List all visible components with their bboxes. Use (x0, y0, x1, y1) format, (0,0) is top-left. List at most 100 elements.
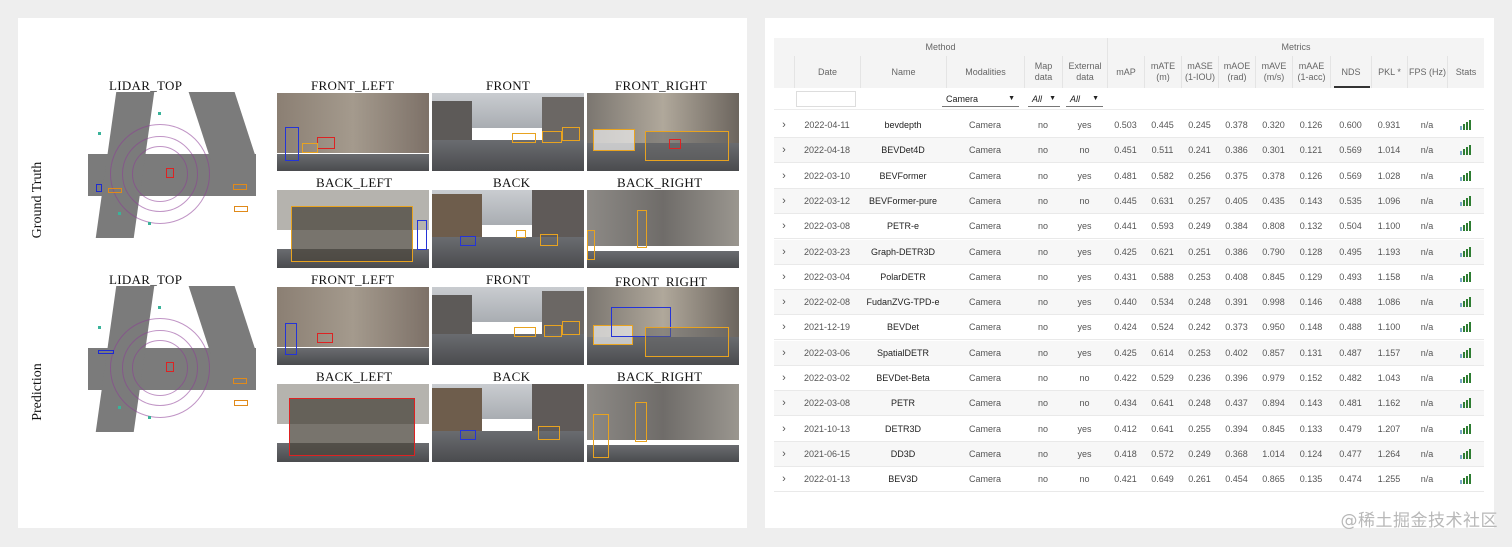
col-pkl[interactable]: PKL * (1371, 56, 1407, 88)
col-map-data[interactable]: Map data (1024, 56, 1062, 88)
col-stats: Stats (1447, 56, 1484, 88)
map-data-filter-select[interactable]: All ▼ (1028, 91, 1060, 107)
bar-chart-icon[interactable] (1460, 145, 1472, 156)
cam-image-front-left-gt (277, 93, 429, 171)
col-mase[interactable]: mASE (1-IOU) (1181, 56, 1218, 88)
cell-mave: 0.320 (1262, 120, 1285, 130)
cell-nds: 0.493 (1339, 271, 1362, 282)
date-filter-input[interactable] (796, 91, 856, 107)
bar-chart-icon[interactable] (1460, 398, 1472, 409)
chevron-right-icon[interactable]: › (774, 189, 794, 214)
bar-chart-icon[interactable] (1460, 347, 1472, 358)
cell-mave: 0.435 (1262, 195, 1285, 206)
chevron-right-icon[interactable]: › (774, 214, 794, 239)
chevron-right-icon[interactable]: › (774, 417, 794, 442)
table-row[interactable]: › 2021-12-19 BEVDet Camera no yes 0.424 0.524 0.… (774, 315, 1484, 341)
chevron-right-icon[interactable]: › (774, 240, 794, 265)
cell-mase: 0.245 (1188, 120, 1211, 130)
modalities-filter-select[interactable]: Camera ▼ (942, 91, 1019, 107)
col-external-data[interactable]: External data (1062, 56, 1107, 88)
cell-maae: 0.152 (1299, 373, 1323, 383)
chevron-right-icon[interactable]: › (774, 391, 794, 416)
cell-date: 2022-03-12 (803, 195, 851, 206)
bar-chart-icon[interactable] (1460, 423, 1472, 434)
table-row[interactable]: › 2022-03-08 PETR Camera no no 0.434 0.641 0.248… (774, 391, 1484, 417)
external-data-filter-value: All (1070, 93, 1081, 104)
col-nds[interactable]: NDS (1330, 56, 1371, 88)
cell-modalities: Camera (968, 474, 1001, 485)
table-row[interactable]: › 2022-02-08 FudanZVG-TPD-e Camera no yes 0.44… (774, 290, 1484, 316)
chevron-right-icon[interactable]: › (774, 113, 794, 138)
cell-maae: 0.135 (1299, 474, 1323, 485)
cell-pkl: 1.100 (1377, 322, 1401, 333)
chevron-right-icon[interactable]: › (774, 341, 794, 366)
chevron-right-icon[interactable]: › (774, 442, 794, 467)
chevron-right-icon[interactable]: › (774, 265, 794, 290)
chevron-right-icon[interactable]: › (774, 366, 794, 391)
cell-map-data: no (1037, 448, 1048, 459)
bar-chart-icon[interactable] (1460, 373, 1472, 383)
cell-map-data: no (1037, 474, 1048, 485)
table-row[interactable]: › 2022-03-08 PETR-e Camera no yes 0.441 0.593 0.… (774, 214, 1484, 240)
cam-title-front-pred: FRONT (486, 272, 531, 287)
table-row[interactable]: › 2022-03-12 BEVFormer-pure Camera no no 0.445… (774, 188, 1484, 214)
table-row[interactable]: › 2022-03-23 Graph-DETR3D Camera no yes 0.425 0… (774, 239, 1484, 265)
cell-maae: 0.131 (1299, 347, 1323, 358)
bar-chart-icon[interactable] (1460, 474, 1472, 485)
col-maoe[interactable]: mAOE (rad) (1218, 56, 1255, 88)
cell-mase: 0.242 (1188, 322, 1211, 333)
cell-modalities: Camera (968, 120, 1001, 130)
row-label-ground-truth: Ground Truth (30, 161, 45, 239)
table-row[interactable]: › 2021-10-13 DETR3D Camera no yes 0.412 0.641 0.… (774, 417, 1484, 442)
cam-image-back-right-pred (587, 384, 739, 462)
cell-name: BEV3D (888, 474, 918, 485)
bar-chart-icon[interactable] (1460, 297, 1472, 308)
cell-map-data: no (1037, 221, 1048, 232)
cell-fps: n/a (1420, 322, 1434, 333)
table-row[interactable]: › 2022-04-18 BEVDet4D Camera no no 0.451 0.511 0… (774, 138, 1484, 164)
cell-mave: 1.014 (1262, 448, 1285, 459)
cell-fps: n/a (1420, 271, 1434, 282)
bar-chart-icon[interactable] (1460, 120, 1472, 130)
cell-map-data: no (1037, 170, 1048, 181)
cell-fps: n/a (1420, 448, 1434, 459)
chevron-right-icon[interactable]: › (774, 164, 794, 189)
bar-chart-icon[interactable] (1460, 271, 1472, 282)
col-date[interactable]: Date (794, 56, 860, 88)
cell-nds: 0.487 (1339, 347, 1362, 358)
cell-pkl: 1.255 (1377, 474, 1401, 485)
col-maae[interactable]: mAAE (1-acc) (1292, 56, 1330, 88)
col-modalities[interactable]: Modalities (946, 56, 1024, 88)
cell-date: 2022-04-11 (804, 120, 850, 130)
table-row[interactable]: › 2022-03-06 SpatialDETR Camera no yes 0.425 0.… (774, 340, 1484, 366)
bar-chart-icon[interactable] (1460, 246, 1472, 257)
cell-mate: 0.631 (1151, 195, 1174, 206)
col-mate[interactable]: mATE (m) (1144, 56, 1181, 88)
bar-chart-icon[interactable] (1460, 195, 1472, 206)
modalities-filter-value: Camera (946, 93, 979, 104)
table-row[interactable]: › 2022-03-10 BEVFormer Camera no yes 0.481 0.58… (774, 164, 1484, 189)
table-row[interactable]: › 2022-01-13 BEV3D Camera no no 0.421 0.649 0.26… (774, 467, 1484, 493)
col-mave[interactable]: mAVE (m/s) (1255, 56, 1292, 88)
chevron-right-icon[interactable]: › (774, 138, 794, 163)
cell-external-data: no (1079, 398, 1090, 409)
table-row[interactable]: › 2022-04-11 bevdepth Camera no yes 0.503 0.445… (774, 113, 1484, 138)
col-fps[interactable]: FPS (Hz) (1407, 56, 1447, 88)
cell-pkl: 1.028 (1377, 170, 1401, 181)
col-name[interactable]: Name (860, 56, 946, 88)
chevron-right-icon[interactable]: › (774, 290, 794, 315)
bar-chart-icon[interactable] (1460, 322, 1472, 333)
chevron-right-icon[interactable]: › (774, 467, 794, 492)
bar-chart-icon[interactable] (1460, 170, 1472, 181)
table-row[interactable]: › 2021-06-15 DD3D Camera no yes 0.418 0.572 0.24… (774, 441, 1484, 467)
external-data-filter-select[interactable]: All ▼ (1066, 91, 1103, 107)
cell-mate: 0.534 (1151, 297, 1174, 308)
table-row[interactable]: › 2022-03-04 PolarDETR Camera no yes 0.431 0.58… (774, 265, 1484, 290)
col-map[interactable]: mAP (1107, 56, 1144, 88)
chevron-right-icon[interactable]: › (774, 315, 794, 340)
cam-title-front-left-pred: FRONT_LEFT (311, 272, 395, 287)
bar-chart-icon[interactable] (1460, 221, 1472, 232)
cam-image-front-pred (432, 287, 584, 365)
bar-chart-icon[interactable] (1460, 448, 1472, 459)
table-row[interactable]: › 2022-03-02 BEVDet-Beta Camera no no 0.422 0.5… (774, 366, 1484, 391)
